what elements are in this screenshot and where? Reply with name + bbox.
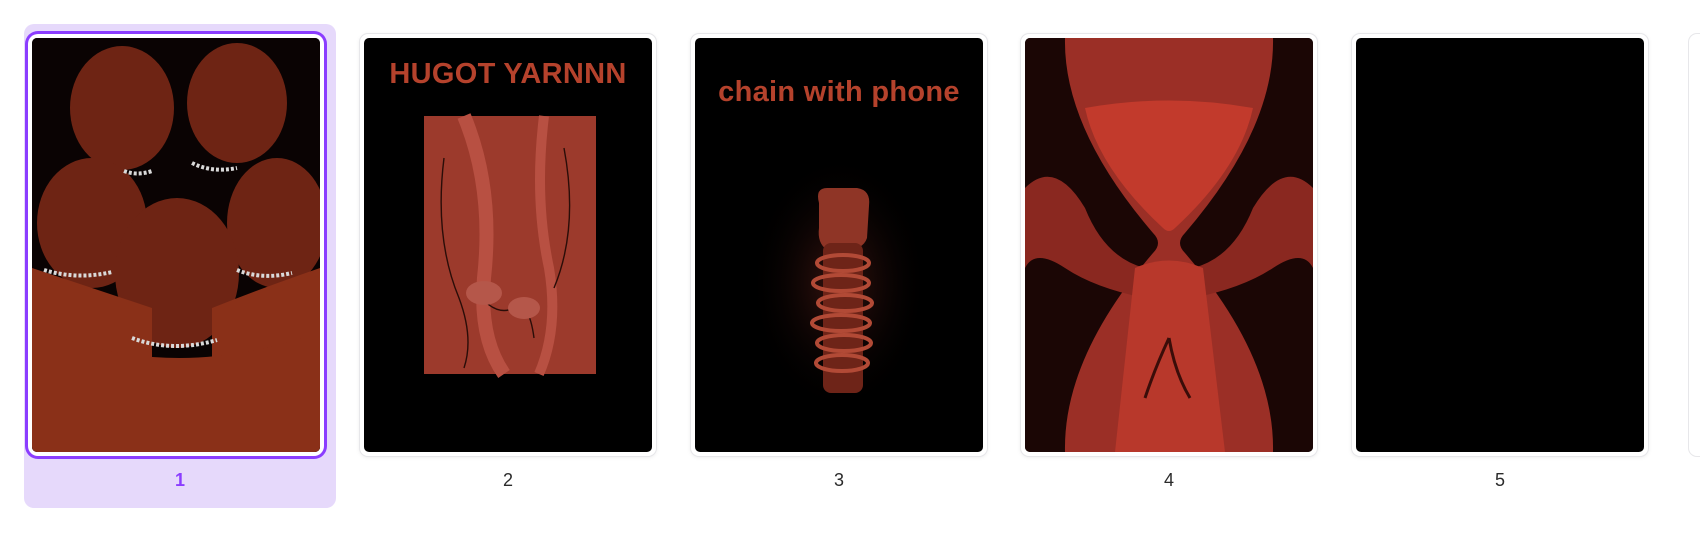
page-6-thumbnail-partial[interactable] [1689, 34, 1700, 456]
page-3-preview: chain with phone [695, 38, 983, 452]
page-thumbnail-strip: 1 HUGOT YARNNN 2 chain with phone 3 4 5 [0, 0, 1700, 536]
hooded-figures-image [32, 38, 320, 452]
page-2-number: 2 [502, 470, 513, 490]
page-2-thumbnail[interactable]: HUGOT YARNNN [360, 34, 656, 456]
hourglass-figure-image [1025, 38, 1313, 452]
page-4-thumbnail[interactable] [1021, 34, 1317, 456]
hands-thread-image [424, 113, 596, 378]
page-2-preview: HUGOT YARNNN [364, 38, 652, 452]
page-5-preview [1356, 38, 1644, 452]
page-3-thumbnail[interactable]: chain with phone [691, 34, 987, 456]
page-4-preview [1025, 38, 1313, 452]
page-1-number: 1 [174, 470, 185, 490]
page-1-preview [32, 38, 320, 452]
page-4-number: 4 [1163, 470, 1174, 490]
page-5-thumbnail[interactable] [1352, 34, 1648, 456]
page-5-number: 5 [1494, 470, 1505, 490]
page-2-title: HUGOT YARNNN [389, 58, 627, 90]
page-3-title: chain with phone [718, 76, 960, 108]
page-3-number: 3 [833, 470, 844, 490]
page-1-thumbnail[interactable] [28, 34, 324, 456]
